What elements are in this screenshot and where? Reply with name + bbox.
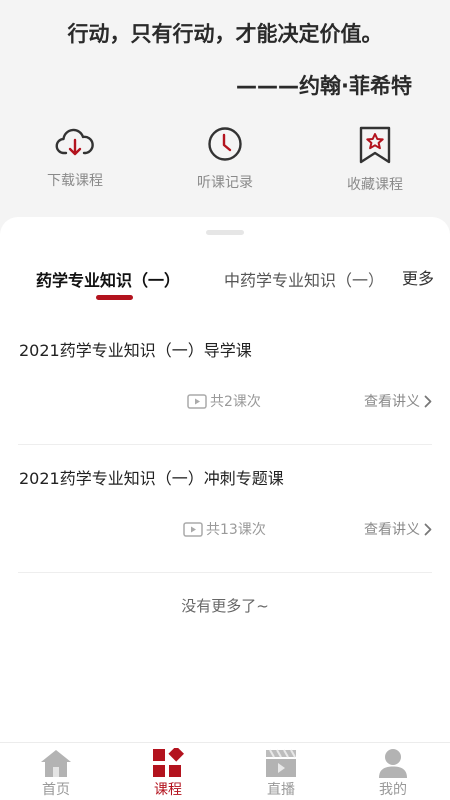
quote-text: 行动，只有行动，才能决定价值。 (67, 22, 383, 46)
download-courses-label: 下载课程 (47, 173, 103, 189)
nav-home-label: 首页 (42, 782, 70, 798)
tab-pharmacy-knowledge-1[interactable]: 药学专业知识（一） (36, 267, 180, 291)
nav-home[interactable]: 首页 (16, 748, 96, 799)
course-grid-icon (153, 748, 184, 777)
lesson-count: 共2课次 (187, 391, 261, 411)
course-item[interactable]: 2021药学专业知识（一）导学课 共2课次 查看讲义 (18, 317, 432, 445)
favorites-label: 收藏课程 (347, 177, 403, 193)
nav-courses[interactable]: 课程 (128, 748, 208, 799)
download-courses-button[interactable]: 下载课程 (20, 126, 130, 198)
course-item[interactable]: 2021药学专业知识（一）冲刺专题课 共13课次 查看讲义 (18, 445, 432, 573)
course-title: 2021药学专业知识（一）冲刺专题课 (19, 469, 284, 488)
history-label: 听课记录 (197, 175, 253, 191)
clock-icon (208, 127, 242, 161)
history-button[interactable]: 听课记录 (170, 126, 280, 198)
lesson-count: 共13课次 (183, 519, 266, 539)
course-title: 2021药学专业知识（一）导学课 (19, 341, 252, 360)
nav-live[interactable]: 直播 (241, 748, 321, 799)
view-notes-link[interactable]: 查看讲义 (364, 519, 432, 539)
lesson-count-text: 共2课次 (210, 394, 261, 410)
bottom-navigation: 首页 课程 直播 我的 (0, 742, 450, 800)
course-sheet: 药学专业知识（一） 中药学专业知识（一） 更多 2021药学专业知识（一）导学课… (0, 217, 450, 742)
favorites-button[interactable]: 收藏课程 (320, 126, 430, 198)
view-notes-label: 查看讲义 (364, 522, 420, 538)
view-notes-link[interactable]: 查看讲义 (364, 391, 432, 411)
tab-tcm-pharmacy-knowledge-1[interactable]: 中药学专业知识（一） (224, 267, 382, 291)
quote-author: ———约翰·菲希特 (236, 74, 412, 98)
view-notes-label: 查看讲义 (364, 394, 420, 410)
nav-courses-label: 课程 (154, 782, 182, 798)
shortcut-row: 下载课程 听课记录 收藏课程 (0, 126, 450, 206)
play-video-icon (183, 521, 203, 537)
more-tabs-button[interactable]: 更多 (384, 265, 450, 291)
chevron-right-icon (424, 395, 432, 407)
bookmark-star-icon (359, 126, 391, 164)
active-tab-indicator (96, 295, 133, 300)
home-icon (41, 750, 71, 777)
profile-icon (379, 749, 407, 778)
lesson-count-text: 共13课次 (206, 522, 266, 538)
nav-profile-label: 我的 (379, 782, 407, 798)
end-of-list-text: 没有更多了~ (181, 597, 269, 615)
nav-live-label: 直播 (267, 782, 295, 798)
play-video-icon (187, 393, 207, 409)
drag-handle[interactable] (206, 230, 244, 235)
cloud-download-icon (55, 128, 94, 156)
live-video-icon (266, 749, 296, 777)
nav-profile[interactable]: 我的 (353, 748, 433, 799)
chevron-right-icon (424, 523, 432, 535)
